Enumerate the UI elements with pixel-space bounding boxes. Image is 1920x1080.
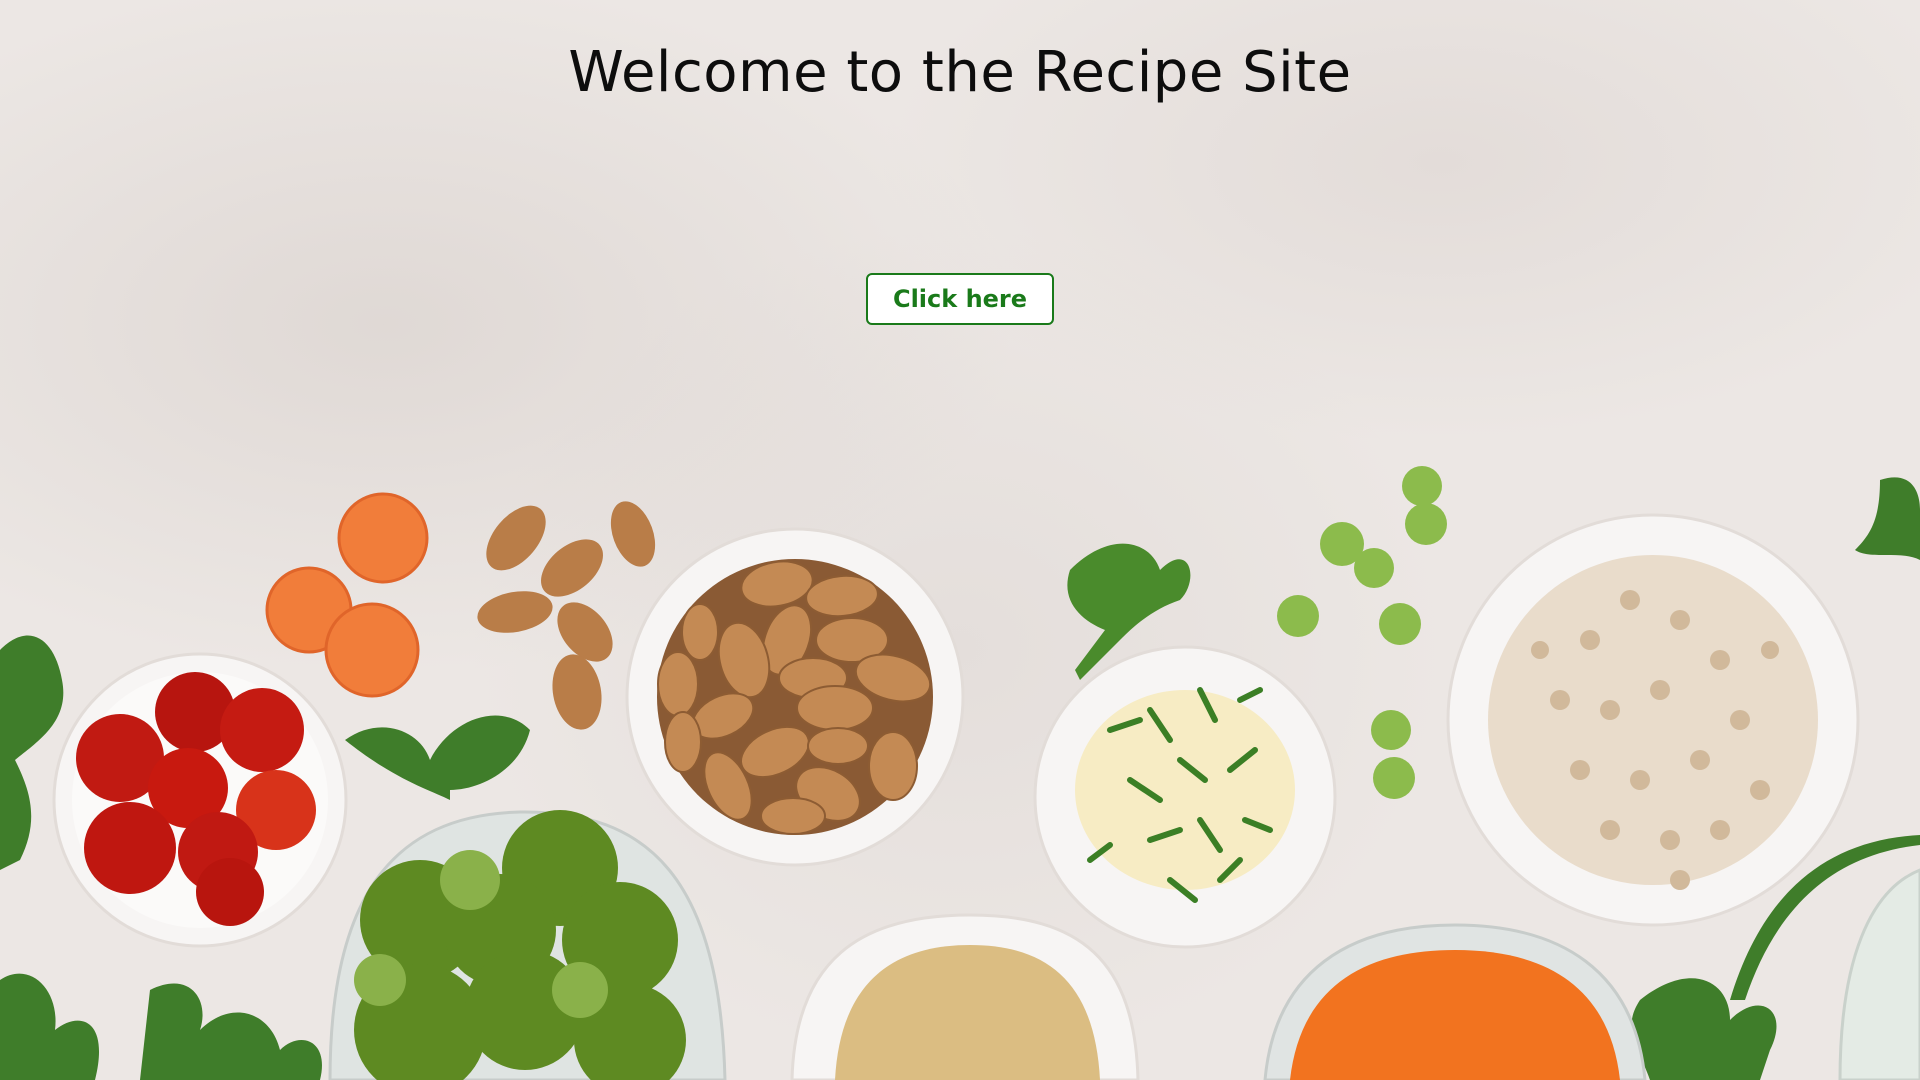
carrot-slices [265, 492, 429, 698]
broccoli-bowl [328, 810, 727, 1080]
almonds-bowl [625, 527, 965, 867]
green-peas [1277, 466, 1447, 799]
barley-bowl [1446, 513, 1860, 927]
parsley-left [0, 635, 530, 1080]
loose-almonds [477, 501, 656, 730]
click-here-button[interactable]: Click here [866, 273, 1054, 325]
parsley-right [1631, 477, 1920, 1080]
ground-spice-bowl [790, 913, 1140, 1080]
page-title: Welcome to the Recipe Site [568, 40, 1352, 105]
mayonnaise-herbs-bowl [1033, 645, 1337, 949]
glass-bowl-right [1838, 868, 1920, 1080]
parsley-center [1067, 543, 1191, 680]
shredded-carrot-bowl [1263, 923, 1647, 1080]
recipe-landing-page: Welcome to the Recipe Site Click here [0, 0, 1920, 1080]
tomatoes-bowl [52, 652, 348, 948]
ingredients-background-image [0, 466, 1920, 1080]
